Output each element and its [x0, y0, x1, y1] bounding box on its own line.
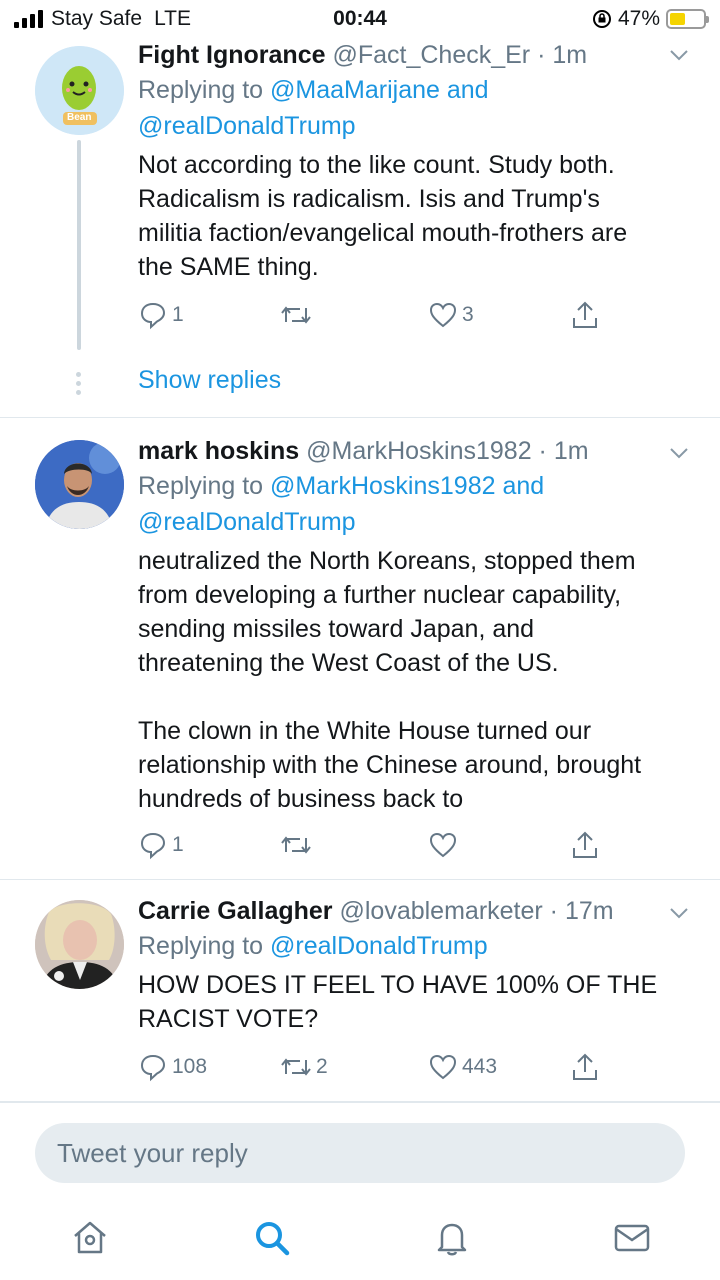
replying-to: Replying to @MarkHoskins1982 and @realDo…: [138, 468, 690, 540]
battery-icon: [666, 9, 709, 29]
tweet-item[interactable]: Carrie Gallagher @lovablemarketer · 17m …: [0, 880, 720, 1102]
reply-button[interactable]: 1: [138, 830, 184, 860]
rotation-lock-icon: [592, 10, 611, 28]
user-name[interactable]: Fight Ignorance: [138, 41, 326, 69]
share-icon: [573, 1053, 597, 1080]
battery-percent: 47%: [617, 7, 660, 30]
status-right: 47%: [592, 7, 709, 31]
tweet-item[interactable]: mark hoskins @MarkHoskins1982 · 1m Reply…: [0, 418, 720, 880]
retweet-button[interactable]: [280, 300, 316, 330]
retweet-button[interactable]: 2: [280, 1052, 328, 1082]
tweet-time: 1m: [553, 437, 589, 465]
tweet-text: neutralized the North Koreans, stopped t…: [138, 547, 642, 813]
mention-link[interactable]: @realDonaldTrump: [138, 112, 356, 140]
user-handle[interactable]: @lovablemarketer: [339, 897, 542, 925]
retweet-button[interactable]: [280, 830, 316, 860]
thread-dots: [76, 372, 81, 395]
tweet-actions: 108 2 443: [138, 1052, 608, 1086]
reply-count: 108: [172, 1055, 208, 1078]
replying-to-label: Replying to: [138, 472, 271, 500]
replying-to: Replying to @MaaMarijane and @realDonald…: [138, 72, 690, 144]
tweet-header: mark hoskins @MarkHoskins1982 · 1m: [138, 437, 589, 465]
show-replies-link[interactable]: Show replies: [138, 366, 281, 395]
home-icon[interactable]: [70, 1218, 110, 1258]
avatar[interactable]: [35, 440, 124, 529]
tweet-item[interactable]: Bean Fight Ignorance @Fact_Check_Er · 1m…: [0, 36, 720, 418]
user-name[interactable]: mark hoskins: [138, 437, 299, 465]
messages-icon[interactable]: [612, 1218, 652, 1258]
reply-count: 1: [172, 303, 184, 326]
avatar-label: Bean: [67, 112, 92, 123]
like-count: 443: [462, 1055, 498, 1078]
reply-icon: [140, 302, 166, 330]
retweet-count: 2: [316, 1055, 328, 1078]
reply-button[interactable]: 108: [138, 1052, 207, 1082]
thread-line: [77, 140, 81, 350]
retweet-icon: [281, 306, 311, 324]
tweet-header: Carrie Gallagher @lovablemarketer · 17m: [138, 897, 614, 925]
tweet-text: Not according to the like count. Study b…: [138, 151, 628, 281]
reply-count: 1: [172, 833, 184, 856]
mention-link[interactable]: @MarkHoskins1982 and: [270, 472, 544, 500]
notifications-icon[interactable]: [432, 1218, 472, 1258]
like-button[interactable]: 3: [428, 300, 474, 330]
share-button[interactable]: [570, 1052, 600, 1082]
like-button[interactable]: 443: [428, 1052, 497, 1082]
tweet-time: 17m: [564, 897, 614, 925]
retweet-icon: [281, 1058, 311, 1076]
retweet-icon: [281, 836, 311, 854]
replying-to: Replying to @realDonaldTrump: [138, 928, 690, 964]
user-handle[interactable]: @Fact_Check_Er: [332, 41, 530, 69]
user-name[interactable]: Carrie Gallagher: [138, 897, 333, 925]
like-button[interactable]: [428, 830, 462, 860]
search-icon[interactable]: [252, 1218, 292, 1258]
mention-link[interactable]: @realDonaldTrump: [270, 932, 488, 960]
tweet-header: Fight Ignorance @Fact_Check_Er · 1m: [138, 41, 588, 69]
mention-link[interactable]: @realDonaldTrump: [138, 508, 356, 536]
share-button[interactable]: [570, 300, 600, 330]
user-handle[interactable]: @MarkHoskins1982: [306, 437, 531, 465]
replying-to-label: Replying to: [138, 76, 271, 104]
avatar[interactable]: Bean: [35, 46, 124, 135]
tweet-text: HOW DOES IT FEEL TO HAVE 100% OF THE RAC…: [138, 971, 658, 1033]
tweet-actions: 1 3: [138, 300, 608, 334]
tweet-time: 1m: [552, 41, 588, 69]
heart-icon: [429, 302, 457, 328]
reply-icon: [140, 832, 166, 860]
share-icon: [573, 301, 597, 328]
heart-icon: [429, 1054, 457, 1080]
reply-icon: [140, 1054, 166, 1082]
replying-to-label: Replying to: [138, 932, 271, 960]
share-button[interactable]: [570, 830, 600, 860]
battery-fill: [670, 13, 686, 25]
status-bar: Stay Safe LTE 00:44 47%: [0, 0, 720, 36]
reply-bar: [0, 1102, 720, 1198]
reply-input[interactable]: [35, 1123, 685, 1183]
reply-button[interactable]: 1: [138, 300, 184, 330]
avatar[interactable]: [35, 900, 124, 989]
share-icon: [573, 831, 597, 858]
tab-bar: [0, 1198, 720, 1280]
heart-icon: [429, 832, 457, 858]
like-count: 3: [462, 303, 474, 326]
mention-link[interactable]: @MaaMarijane and: [270, 76, 489, 104]
tweet-actions: 1: [138, 830, 608, 864]
